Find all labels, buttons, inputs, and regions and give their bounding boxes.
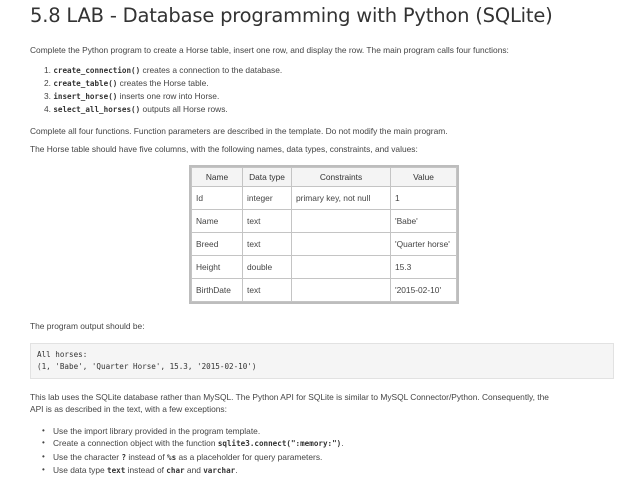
sqlite-paragraph: This lab uses the SQLite database rather… [30, 392, 549, 414]
bullet-icon: • [42, 465, 45, 475]
list-item: 2. create_table() creates the Horse tabl… [44, 78, 209, 88]
horse-table-frame: Name Data type Constraints Value Id inte… [189, 165, 459, 304]
inline-code: sqlite3.connect(":memory:") [217, 439, 342, 449]
table-cell: '2015-02-10' [390, 278, 457, 302]
list-item: • Create a connection object with the fun… [42, 438, 344, 449]
table-cell: 1 [390, 186, 457, 210]
program-output-codeblock: All horses: (1, 'Babe', 'Quarter Horse', … [30, 343, 614, 379]
function-list: 1. create_connection() creates a connect… [44, 64, 616, 116]
table-cell: 'Quarter horse' [390, 232, 457, 256]
page-title: 5.8 LAB - Database programming with Pyth… [30, 4, 553, 27]
list-item: 3. insert_horse() inserts one row into H… [44, 91, 220, 101]
table-cell [291, 278, 391, 302]
list-item: • Use data type text instead of char and … [42, 465, 238, 476]
function-code: insert_horse() [53, 92, 118, 101]
inline-code: char [166, 466, 185, 476]
list-item: • Use the import library provided in the … [42, 426, 261, 436]
table-row: Id integer primary key, not null 1 [191, 186, 457, 210]
inline-code: text [107, 466, 126, 476]
code-line: (1, 'Babe', 'Quarter Horse', 15.3, '2015… [37, 362, 257, 371]
table-cell: Height [191, 255, 243, 279]
table-cell [291, 209, 391, 233]
table-row: BirthDate text '2015-02-10' [191, 278, 457, 302]
list-item: 1. create_connection() creates a connect… [44, 65, 283, 75]
horse-table: Name Data type Constraints Value Id inte… [191, 167, 457, 302]
table-row: Name text 'Babe' [191, 209, 457, 233]
column-header: Name [191, 167, 243, 187]
inline-code: %s [167, 452, 177, 462]
table-cell: Name [191, 209, 243, 233]
column-header: Constraints [291, 167, 391, 187]
bullet-icon: • [42, 451, 45, 461]
output-paragraph: The program output should be: [30, 321, 145, 331]
table-cell [291, 255, 391, 279]
table-cell: double [242, 255, 292, 279]
table-header-row: Name Data type Constraints Value [191, 167, 457, 187]
table-cell: Id [191, 186, 243, 210]
table-cell: 15.3 [390, 255, 457, 279]
table-row: Height double 15.3 [191, 255, 457, 279]
function-code: select_all_horses() [53, 105, 141, 114]
list-item: 4. select_all_horses() outputs all Horse… [44, 104, 228, 114]
table-cell: Breed [191, 232, 243, 256]
table-cell: integer [242, 186, 292, 210]
table-cell: text [242, 232, 292, 256]
column-header: Data type [242, 167, 292, 187]
exceptions-list: • Use the import library provided in the … [40, 425, 616, 478]
horse-table-description: The Horse table should have five columns… [30, 144, 418, 154]
complete-paragraph: Complete all four functions. Function pa… [30, 126, 448, 136]
table-cell: 'Babe' [390, 209, 457, 233]
table-cell: primary key, not null [291, 186, 391, 210]
function-code: create_connection() [53, 66, 141, 75]
table-cell [291, 232, 391, 256]
inline-code: varchar [203, 466, 236, 476]
lab-page: 5.8 LAB - Database programming with Pyth… [30, 0, 616, 478]
list-item: • Use the character ? instead of %s as a … [42, 451, 323, 462]
table-row: Breed text 'Quarter horse' [191, 232, 457, 256]
column-header: Value [390, 167, 457, 187]
bullet-icon: • [42, 438, 45, 448]
function-code: create_table() [53, 79, 118, 88]
intro-paragraph: Complete the Python program to create a … [30, 45, 509, 55]
bullet-icon: • [42, 426, 45, 435]
code-line: All horses: [37, 350, 88, 359]
table-cell: text [242, 209, 292, 233]
table-cell: text [242, 278, 292, 302]
table-cell: BirthDate [191, 278, 243, 302]
